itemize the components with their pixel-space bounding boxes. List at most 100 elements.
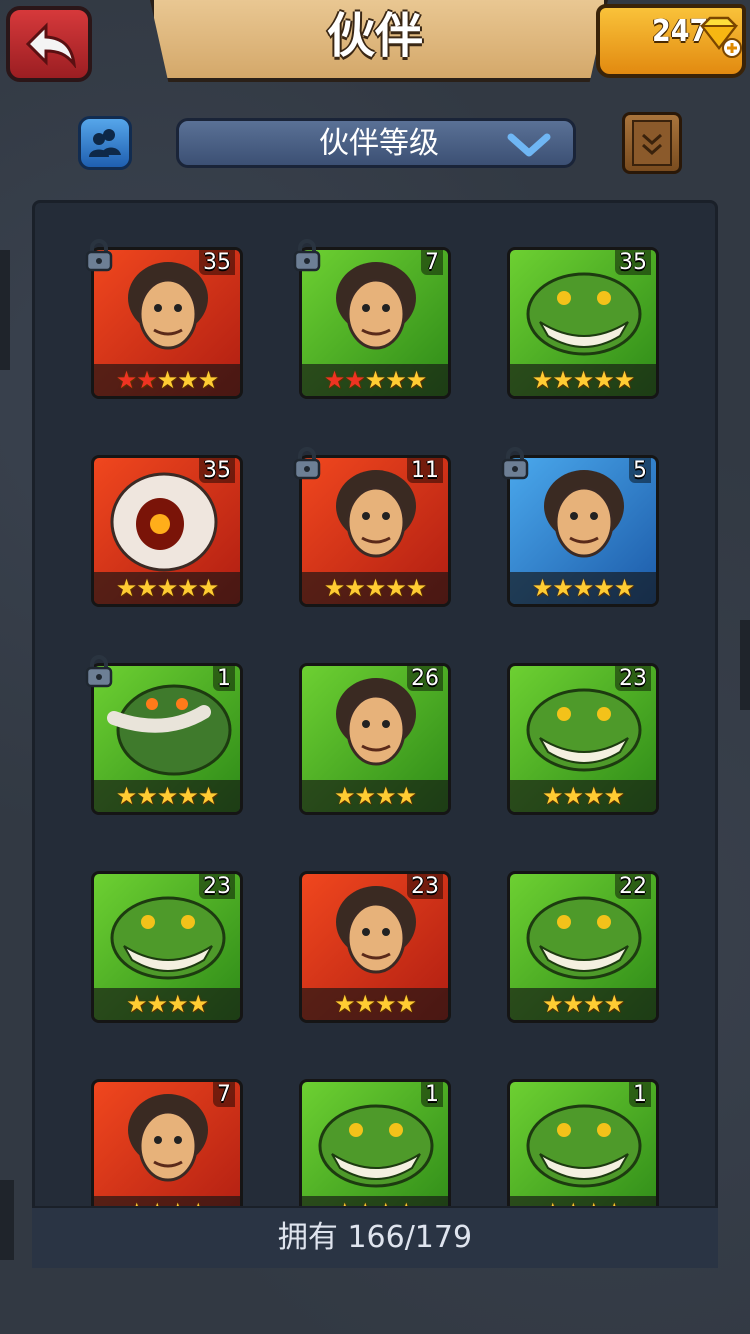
star-icon: ★ (552, 366, 573, 394)
hero-stars: ★★★★★ (302, 572, 448, 604)
star-icon: ★ (156, 574, 178, 602)
hero-card[interactable]: 23 ★★★★ (507, 663, 659, 815)
page-title: 伙伴 (326, 8, 423, 64)
hero-stars: ★★★★ (510, 988, 656, 1020)
star-icon: ★ (541, 990, 563, 1018)
star-icon: ★ (187, 990, 209, 1018)
lock-icon (85, 239, 113, 272)
hero-stars: ★★★★★ (94, 364, 240, 396)
sort-dropdown[interactable]: 伙伴等级 (176, 118, 576, 168)
star-icon: ★ (364, 574, 386, 602)
lock-icon (85, 655, 113, 688)
star-icon: ★ (177, 574, 198, 602)
hero-level: 35 (615, 250, 651, 275)
star-icon: ★ (562, 990, 583, 1018)
star-icon: ★ (531, 574, 553, 602)
star-icon: ★ (395, 990, 417, 1018)
hero-level: 22 (615, 874, 651, 899)
star-icon: ★ (323, 366, 345, 394)
hero-stars: ★★★★★ (94, 780, 240, 812)
lock-icon (293, 447, 321, 480)
star-icon: ★ (375, 782, 396, 810)
star-icon: ★ (354, 990, 375, 1018)
hero-card[interactable]: 1★★★★ (299, 1079, 451, 1213)
star-icon: ★ (115, 366, 137, 394)
star-icon: ★ (354, 782, 375, 810)
lock-icon (501, 447, 529, 480)
frame-crack (740, 620, 750, 710)
star-icon: ★ (385, 574, 406, 602)
hero-level: 5 (629, 458, 651, 483)
star-icon: ★ (146, 990, 167, 1018)
hero-stars: ★★★★★ (510, 364, 656, 396)
hero-card[interactable]: 1★★★★ (507, 1079, 659, 1213)
hero-card[interactable]: 35 ★★★★★ (91, 455, 243, 607)
star-icon: ★ (593, 366, 614, 394)
book-icon (632, 120, 672, 166)
hero-stars: ★★★★ (510, 780, 656, 812)
star-icon: ★ (572, 366, 594, 394)
star-icon: ★ (531, 366, 553, 394)
filter-button[interactable] (78, 116, 132, 170)
back-arrow-icon (25, 22, 77, 68)
footer-bar: 拥有 166/179 (32, 1206, 718, 1268)
star-icon: ★ (197, 574, 219, 602)
star-icon: ★ (177, 782, 198, 810)
star-icon: ★ (115, 574, 137, 602)
hero-level: 26 (407, 666, 443, 691)
frame-crack (0, 1180, 14, 1260)
gem-plus-icon[interactable] (696, 14, 742, 58)
star-icon: ★ (136, 574, 157, 602)
owned-count: 拥有 166/179 (277, 1220, 473, 1255)
hero-stars: ★★★★ (94, 988, 240, 1020)
hero-level: 35 (199, 458, 235, 483)
star-icon: ★ (603, 990, 625, 1018)
star-icon: ★ (364, 366, 386, 394)
star-icon: ★ (562, 782, 583, 810)
star-icon: ★ (375, 990, 396, 1018)
star-icon: ★ (603, 782, 625, 810)
star-icon: ★ (156, 782, 178, 810)
star-icon: ★ (333, 782, 355, 810)
star-icon: ★ (385, 366, 406, 394)
frame-crack (0, 250, 10, 370)
hero-card[interactable]: 35 ★★★★★ (507, 247, 659, 399)
hero-panel: 35 ★★★★★ 7 ★★★★★ 35 ★★★★★ 35 ★★★★★ 11 ★★★★★ 5… (32, 200, 718, 1266)
codex-button[interactable] (622, 112, 682, 174)
hero-card[interactable]: 23 ★★★★ (91, 871, 243, 1023)
hero-card[interactable]: 22 ★★★★ (507, 871, 659, 1023)
star-icon: ★ (405, 366, 427, 394)
star-icon: ★ (613, 366, 635, 394)
hero-stars: ★★★★ (302, 988, 448, 1020)
star-icon: ★ (583, 990, 604, 1018)
star-icon: ★ (583, 782, 604, 810)
hero-card[interactable]: 7★★★★ (91, 1079, 243, 1213)
star-icon: ★ (177, 366, 198, 394)
back-button[interactable] (6, 6, 92, 82)
star-icon: ★ (115, 782, 137, 810)
lock-icon (293, 239, 321, 272)
star-icon: ★ (333, 990, 355, 1018)
hero-level: 1 (421, 1082, 443, 1107)
star-icon: ★ (167, 990, 188, 1018)
hero-level: 7 (421, 250, 443, 275)
star-icon: ★ (136, 782, 157, 810)
star-icon: ★ (197, 366, 219, 394)
star-icon: ★ (572, 574, 594, 602)
hero-level: 1 (629, 1082, 651, 1107)
silhouette-icon (89, 129, 121, 157)
hero-grid: 35 ★★★★★ 7 ★★★★★ 35 ★★★★★ 35 ★★★★★ 11 ★★★★★ 5… (35, 203, 715, 1213)
hero-level: 23 (199, 874, 235, 899)
star-icon: ★ (541, 782, 563, 810)
hero-card[interactable]: 23 ★★★★ (299, 871, 451, 1023)
star-icon: ★ (344, 574, 365, 602)
star-icon: ★ (136, 366, 157, 394)
hero-stars: ★★★★★ (94, 572, 240, 604)
star-icon: ★ (552, 574, 573, 602)
star-icon: ★ (323, 574, 345, 602)
hero-level: 7 (213, 1082, 235, 1107)
star-icon: ★ (613, 574, 635, 602)
star-icon: ★ (405, 574, 427, 602)
hero-card[interactable]: 26 ★★★★ (299, 663, 451, 815)
chevron-down-icon (507, 133, 551, 157)
